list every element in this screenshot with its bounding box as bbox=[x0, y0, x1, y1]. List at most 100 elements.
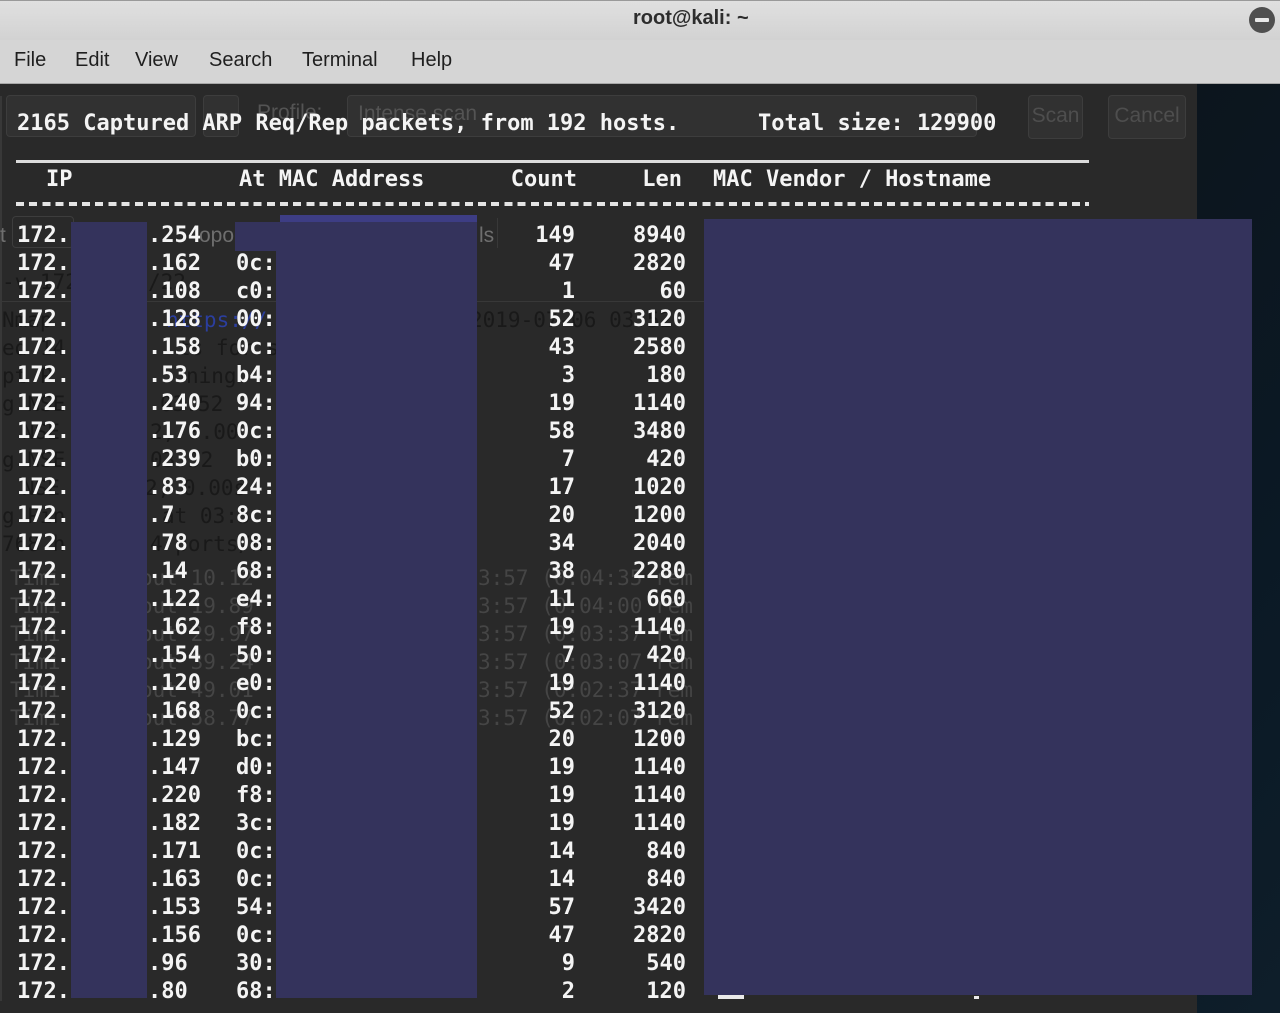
ip-prefix: 172. bbox=[17, 475, 70, 500]
mac-prefix: 0c: bbox=[236, 867, 276, 892]
ip-suffix: .162 bbox=[148, 615, 201, 640]
mac-prefix: e4: bbox=[236, 587, 276, 612]
ip-prefix: 172. bbox=[17, 223, 70, 248]
ip-suffix: .176 bbox=[148, 419, 201, 444]
ip-prefix: 172. bbox=[17, 615, 70, 640]
ip-suffix: .128 bbox=[148, 307, 201, 332]
ip-prefix: 172. bbox=[17, 839, 70, 864]
mac-prefix: 94: bbox=[236, 391, 276, 416]
packet-length: 3420 bbox=[633, 895, 686, 920]
ip-prefix: 172. bbox=[17, 671, 70, 696]
ip-suffix: .83 bbox=[148, 475, 188, 500]
redaction-vendor-column bbox=[704, 219, 1252, 995]
ip-prefix: 172. bbox=[17, 447, 70, 472]
minimize-button[interactable] bbox=[1249, 7, 1275, 33]
packet-length: 2580 bbox=[633, 335, 686, 360]
total-size: Total size: 129900 bbox=[758, 111, 997, 136]
ip-prefix: 172. bbox=[17, 979, 70, 1004]
ip-prefix: 172. bbox=[17, 307, 70, 332]
mac-prefix: 0c: bbox=[236, 251, 276, 276]
mac-prefix: 68: bbox=[236, 979, 276, 1004]
ip-suffix: .129 bbox=[148, 727, 201, 752]
ip-suffix: .168 bbox=[148, 699, 201, 724]
mac-prefix: 0c: bbox=[236, 699, 276, 724]
mac-prefix: 30: bbox=[236, 951, 276, 976]
mac-prefix: 0c: bbox=[236, 335, 276, 360]
packet-length: 3120 bbox=[633, 699, 686, 724]
packet-length: 1200 bbox=[633, 503, 686, 528]
menu-item-view[interactable]: View bbox=[135, 49, 178, 72]
ip-prefix: 172. bbox=[17, 811, 70, 836]
packet-length: 1140 bbox=[633, 755, 686, 780]
mac-prefix: 50: bbox=[236, 643, 276, 668]
menu-item-search[interactable]: Search bbox=[209, 49, 272, 72]
separator-line bbox=[16, 160, 1089, 163]
packet-length: 120 bbox=[646, 979, 686, 1004]
mac-prefix: 24: bbox=[236, 475, 276, 500]
ip-suffix: .154 bbox=[148, 643, 201, 668]
ip-suffix: .80 bbox=[148, 979, 188, 1004]
mac-prefix: 54: bbox=[236, 895, 276, 920]
ip-suffix: .108 bbox=[148, 279, 201, 304]
mac-prefix: d0: bbox=[236, 755, 276, 780]
menu-bar: File Edit View Search Terminal Help bbox=[0, 40, 1280, 84]
ip-suffix: .7 bbox=[148, 503, 175, 528]
ip-prefix: 172. bbox=[17, 699, 70, 724]
packet-length: 1140 bbox=[633, 615, 686, 640]
column-header-vendor: MAC Vendor / Hostname bbox=[713, 167, 992, 192]
ip-suffix: .254 bbox=[148, 223, 201, 248]
mac-prefix: b4: bbox=[236, 363, 276, 388]
mac-prefix: f8: bbox=[236, 615, 276, 640]
packet-length: 2820 bbox=[633, 251, 686, 276]
menu-item-file[interactable]: File bbox=[14, 49, 46, 72]
window-titlebar[interactable]: root@kali: ~ bbox=[0, 0, 1280, 40]
packet-length: 1020 bbox=[633, 475, 686, 500]
packet-length: 540 bbox=[646, 951, 686, 976]
ip-suffix: .171 bbox=[148, 839, 201, 864]
column-header-ip: IP bbox=[46, 167, 73, 192]
ip-suffix: .220 bbox=[148, 783, 201, 808]
packet-length: 660 bbox=[646, 587, 686, 612]
column-header-mac: At MAC Address bbox=[239, 167, 425, 192]
mac-prefix: 68: bbox=[236, 559, 276, 584]
ip-suffix: .156 bbox=[148, 923, 201, 948]
zenmap-scan-button[interactable]: Scan bbox=[1028, 95, 1083, 139]
ip-prefix: 172. bbox=[17, 363, 70, 388]
packet-length: 840 bbox=[646, 867, 686, 892]
mac-prefix: bc: bbox=[236, 727, 276, 752]
ip-suffix: .158 bbox=[148, 335, 201, 360]
mac-prefix: 08: bbox=[236, 531, 276, 556]
menu-item-help[interactable]: Help bbox=[411, 49, 452, 72]
ip-suffix: .163 bbox=[148, 867, 201, 892]
packet-length: 3120 bbox=[633, 307, 686, 332]
ip-suffix: .96 bbox=[148, 951, 188, 976]
mac-prefix: f8: bbox=[236, 783, 276, 808]
mac-prefix: 0c: bbox=[236, 839, 276, 864]
ip-prefix: 172. bbox=[17, 587, 70, 612]
mac-prefix: 8c: bbox=[236, 503, 276, 528]
redaction-mac-row1 bbox=[235, 222, 477, 251]
packet-length: 1140 bbox=[633, 811, 686, 836]
packet-length: 8940 bbox=[633, 223, 686, 248]
ip-prefix: 172. bbox=[17, 335, 70, 360]
dashed-separator bbox=[16, 202, 1089, 206]
ip-prefix: 172. bbox=[17, 531, 70, 556]
redaction-mac-column bbox=[276, 251, 477, 998]
ip-prefix: 172. bbox=[17, 755, 70, 780]
ip-suffix: .240 bbox=[148, 391, 201, 416]
ip-prefix: 172. bbox=[17, 391, 70, 416]
ip-prefix: 172. bbox=[17, 559, 70, 584]
mac-prefix: c0: bbox=[236, 279, 276, 304]
packet-length: 1140 bbox=[633, 391, 686, 416]
mac-prefix: 0c: bbox=[236, 419, 276, 444]
menu-item-terminal[interactable]: Terminal bbox=[302, 49, 378, 72]
ip-prefix: 172. bbox=[17, 923, 70, 948]
packet-length: 1200 bbox=[633, 727, 686, 752]
menu-item-edit[interactable]: Edit bbox=[75, 49, 109, 72]
mac-prefix: 0c: bbox=[236, 923, 276, 948]
zenmap-cancel-button[interactable]: Cancel bbox=[1108, 95, 1186, 139]
ip-prefix: 172. bbox=[17, 951, 70, 976]
ip-prefix: 172. bbox=[17, 783, 70, 808]
ip-suffix: .120 bbox=[148, 671, 201, 696]
ip-prefix: 172. bbox=[17, 727, 70, 752]
